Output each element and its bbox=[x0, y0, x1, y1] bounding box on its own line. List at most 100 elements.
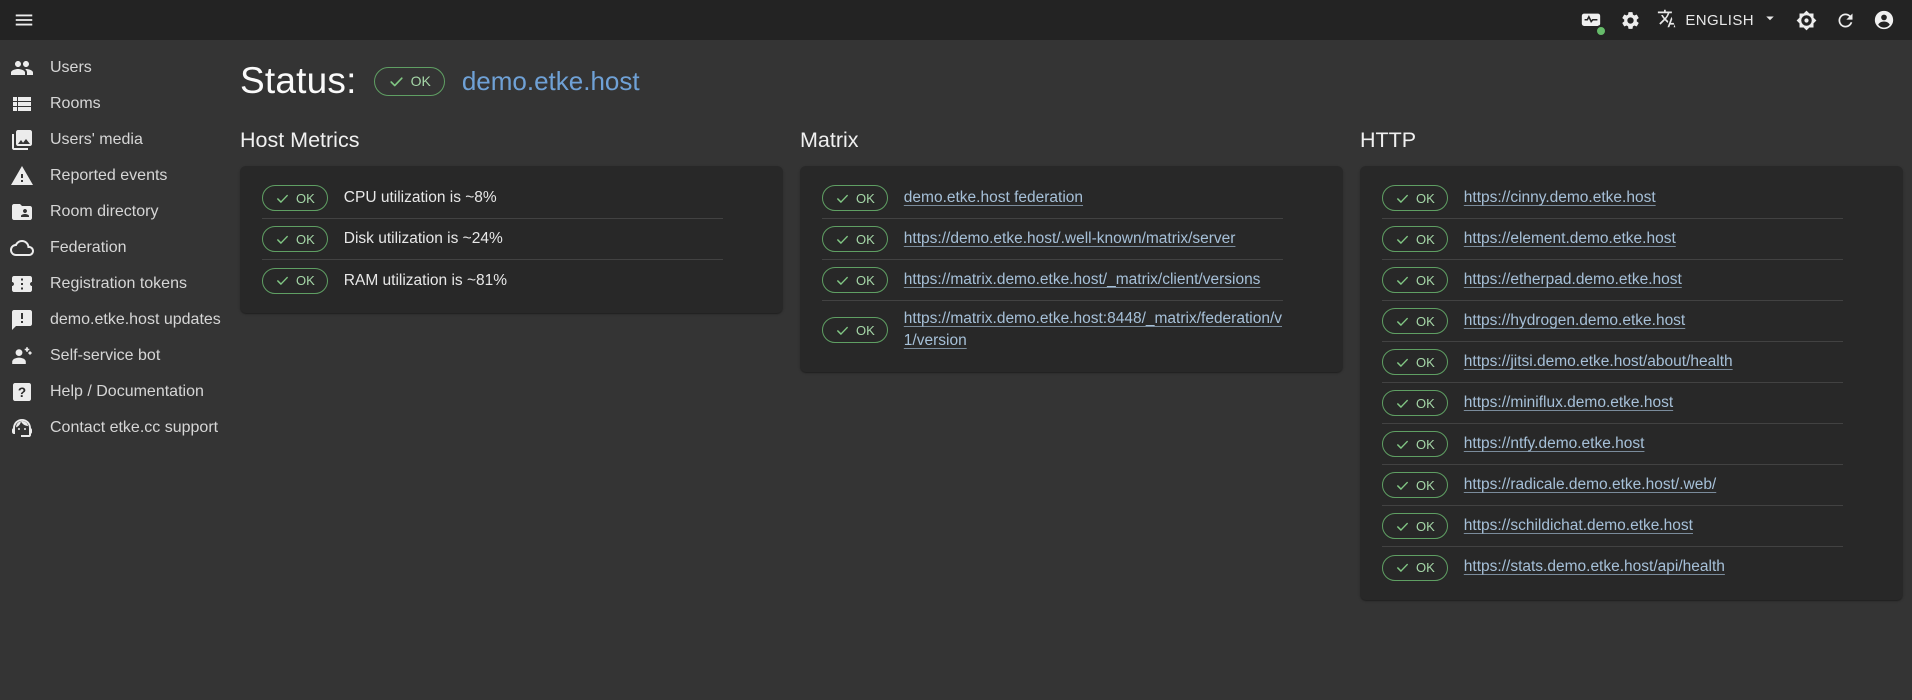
refresh-button[interactable] bbox=[1827, 2, 1863, 38]
status-check-link[interactable]: https://ntfy.demo.etke.host bbox=[1464, 433, 1645, 455]
host-link[interactable]: demo.etke.host bbox=[462, 66, 640, 97]
status-card: OK CPU utilization is ~8% OK Disk utiliz… bbox=[240, 166, 783, 313]
status-check-row: OK https://radicale.demo.etke.host/.web/ bbox=[1382, 465, 1843, 506]
refresh-icon bbox=[1835, 10, 1856, 31]
check-icon bbox=[1395, 560, 1410, 575]
page-title: Status: bbox=[240, 60, 357, 102]
sidebar-item-room-directory[interactable]: Room directory bbox=[0, 194, 240, 230]
status-check-text: CPU utilization is ~8% bbox=[344, 189, 497, 207]
ok-badge: OK bbox=[822, 226, 888, 252]
status-check-row: OK https://element.demo.etke.host bbox=[1382, 219, 1843, 260]
sidebar-item-registration-tokens[interactable]: Registration tokens bbox=[0, 266, 240, 302]
status-check-link[interactable]: https://matrix.demo.etke.host/_matrix/cl… bbox=[904, 269, 1261, 291]
ok-badge: OK bbox=[262, 185, 328, 211]
ok-badge: OK bbox=[822, 267, 888, 293]
menu-button[interactable] bbox=[6, 2, 42, 38]
status-check-text: RAM utilization is ~81% bbox=[344, 272, 507, 290]
status-section: HTTP OK https://cinny.demo.etke.host OK … bbox=[1360, 128, 1903, 600]
appbar: ENGLISH bbox=[0, 0, 1912, 40]
account-button[interactable] bbox=[1866, 2, 1902, 38]
status-check-link[interactable]: https://jitsi.demo.etke.host/about/healt… bbox=[1464, 351, 1733, 373]
status-ok-badge: OK bbox=[374, 67, 445, 96]
check-icon bbox=[835, 232, 850, 247]
status-check-link[interactable]: https://schildichat.demo.etke.host bbox=[1464, 515, 1693, 537]
ok-badge: OK bbox=[262, 268, 328, 294]
status-check-row: OK https://cinny.demo.etke.host bbox=[1382, 178, 1843, 219]
check-icon bbox=[1395, 478, 1410, 493]
group-icon bbox=[10, 56, 34, 80]
check-icon bbox=[275, 273, 290, 288]
check-icon bbox=[1395, 191, 1410, 206]
settings-button[interactable] bbox=[1612, 2, 1648, 38]
ok-badge: OK bbox=[1382, 555, 1448, 581]
status-check-link[interactable]: https://matrix.demo.etke.host:8448/_matr… bbox=[904, 308, 1283, 353]
check-icon bbox=[388, 73, 405, 90]
check-icon bbox=[1395, 355, 1410, 370]
status-check-row: OK CPU utilization is ~8% bbox=[262, 178, 723, 219]
sidebar-item-demo-etke-host-updates[interactable]: demo.etke.host updates bbox=[0, 302, 240, 338]
section-title: Matrix bbox=[800, 128, 1343, 153]
status-check-row: OK https://demo.etke.host/.well-known/ma… bbox=[822, 219, 1283, 260]
check-icon bbox=[1395, 314, 1410, 329]
status-check-link[interactable]: https://radicale.demo.etke.host/.web/ bbox=[1464, 474, 1716, 496]
ok-badge: OK bbox=[822, 317, 888, 343]
status-check-row: OK Disk utilization is ~24% bbox=[262, 219, 723, 260]
ok-badge: OK bbox=[1382, 390, 1448, 416]
status-check-row: OK https://matrix.demo.etke.host/_matrix… bbox=[822, 260, 1283, 301]
chevron-down-icon bbox=[1761, 9, 1779, 31]
check-icon bbox=[1395, 519, 1410, 534]
status-check-link[interactable]: demo.etke.host federation bbox=[904, 187, 1083, 209]
account-circle-icon bbox=[1873, 9, 1895, 31]
sidebar-item-help-documentation[interactable]: ? Help / Documentation bbox=[0, 374, 240, 410]
engineering-icon bbox=[10, 344, 34, 368]
check-icon bbox=[1395, 396, 1410, 411]
server-status-button[interactable] bbox=[1573, 2, 1609, 38]
status-card: OK https://cinny.demo.etke.host OK https… bbox=[1360, 166, 1903, 600]
theme-toggle-button[interactable] bbox=[1788, 2, 1824, 38]
check-icon bbox=[835, 191, 850, 206]
section-title: HTTP bbox=[1360, 128, 1903, 153]
ok-badge: OK bbox=[1382, 226, 1448, 252]
status-check-row: OK demo.etke.host federation bbox=[822, 178, 1283, 219]
status-section: Host Metrics OK CPU utilization is ~8% O… bbox=[240, 128, 783, 313]
svg-text:?: ? bbox=[18, 385, 26, 400]
support-agent-icon bbox=[10, 416, 34, 440]
help-icon: ? bbox=[10, 380, 34, 404]
check-icon bbox=[275, 191, 290, 206]
gear-icon bbox=[1620, 10, 1641, 31]
status-check-row: OK https://hydrogen.demo.etke.host bbox=[1382, 301, 1843, 342]
sidebar-item-rooms[interactable]: Rooms bbox=[0, 86, 240, 122]
check-icon bbox=[835, 323, 850, 338]
status-check-link[interactable]: https://etherpad.demo.etke.host bbox=[1464, 269, 1682, 291]
status-check-row: OK https://ntfy.demo.etke.host bbox=[1382, 424, 1843, 465]
status-check-link[interactable]: https://stats.demo.etke.host/api/health bbox=[1464, 556, 1725, 578]
language-label: ENGLISH bbox=[1685, 12, 1754, 29]
status-check-row: OK https://matrix.demo.etke.host:8448/_m… bbox=[822, 301, 1283, 360]
check-icon bbox=[1395, 273, 1410, 288]
translate-icon bbox=[1657, 8, 1678, 33]
status-check-link[interactable]: https://hydrogen.demo.etke.host bbox=[1464, 310, 1685, 332]
status-check-link[interactable]: https://demo.etke.host/.well-known/matri… bbox=[904, 228, 1236, 250]
sidebar-item-users-media[interactable]: Users' media bbox=[0, 122, 240, 158]
sidebar-item-contact-etke-cc-support[interactable]: Contact etke.cc support bbox=[0, 410, 240, 446]
status-check-row: OK https://jitsi.demo.etke.host/about/he… bbox=[1382, 342, 1843, 383]
ok-badge: OK bbox=[1382, 267, 1448, 293]
status-check-link[interactable]: https://cinny.demo.etke.host bbox=[1464, 187, 1656, 209]
sidebar-item-self-service-bot[interactable]: Self-service bot bbox=[0, 338, 240, 374]
status-check-link[interactable]: https://element.demo.etke.host bbox=[1464, 228, 1676, 250]
status-check-link[interactable]: https://miniflux.demo.etke.host bbox=[1464, 392, 1673, 414]
sidebar-item-reported-events[interactable]: Reported events bbox=[0, 158, 240, 194]
ok-badge: OK bbox=[1382, 513, 1448, 539]
status-dot bbox=[1595, 25, 1607, 37]
sidebar-item-federation[interactable]: Federation bbox=[0, 230, 240, 266]
status-card: OK demo.etke.host federation OK https://… bbox=[800, 166, 1343, 372]
check-icon bbox=[835, 273, 850, 288]
ok-badge: OK bbox=[1382, 472, 1448, 498]
check-icon bbox=[1395, 232, 1410, 247]
status-check-row: OK https://schildichat.demo.etke.host bbox=[1382, 506, 1843, 547]
sidebar-item-users[interactable]: Users bbox=[0, 50, 240, 86]
language-select[interactable]: ENGLISH bbox=[1651, 2, 1785, 38]
cloud-icon bbox=[10, 236, 34, 260]
status-check-row: OK RAM utilization is ~81% bbox=[262, 260, 723, 301]
appbar-actions: ENGLISH bbox=[1573, 2, 1902, 38]
